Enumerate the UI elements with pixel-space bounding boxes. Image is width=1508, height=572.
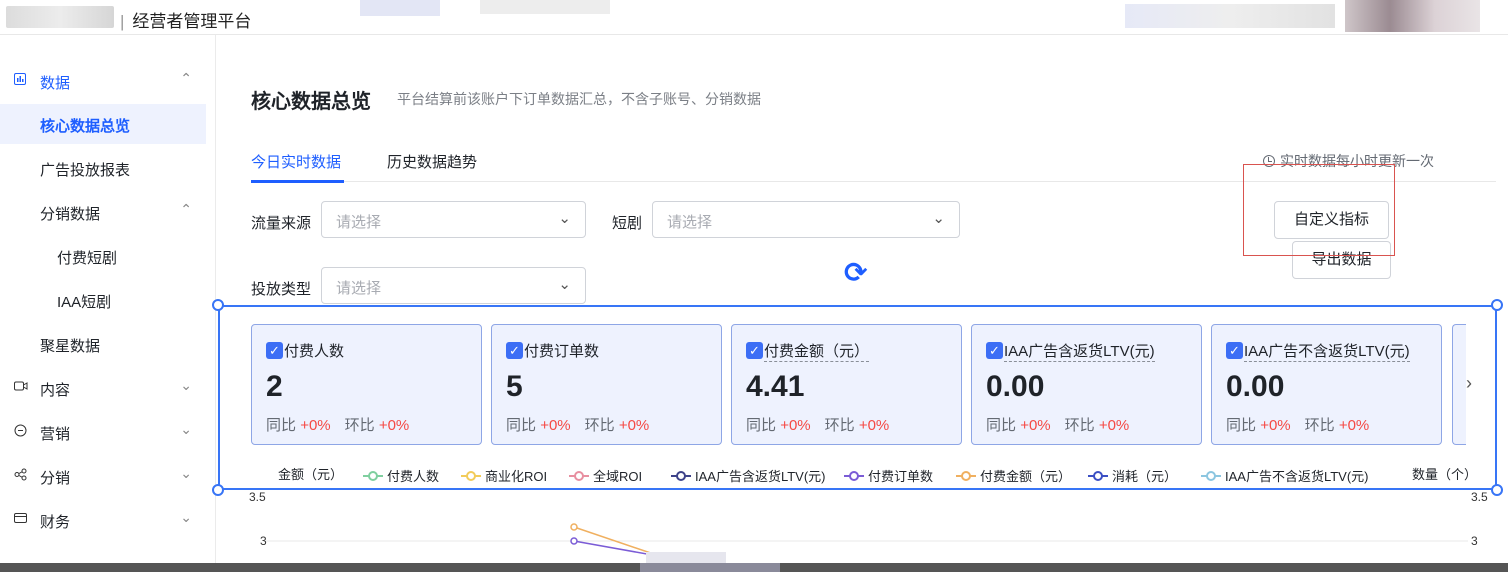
chevron-down-icon: ⌄ [558, 210, 571, 227]
blurred-region [640, 563, 780, 572]
sidebar: 数据 ⌃ 核心数据总览 广告投放报表 分销数据 ⌃ 付费短剧 IAA短剧 聚星数… [0, 35, 216, 572]
checkbox-checked-icon[interactable]: ✓ [986, 342, 1003, 359]
tab-today-realtime[interactable]: 今日实时数据 [251, 151, 341, 172]
legend-item[interactable]: 付费订单数 [844, 466, 933, 485]
legend-item[interactable]: 全域ROI [569, 466, 642, 485]
chevron-down-icon: ⌄ [558, 276, 571, 293]
metric-card-partial[interactable] [1452, 324, 1466, 445]
chevron-up-icon: ⌃ [180, 201, 192, 217]
metric-title: 付费订单数 [524, 343, 600, 360]
metric-title: 付费人数 [284, 343, 345, 360]
sidebar-item-paid-drama[interactable]: 付费短剧 [0, 236, 206, 276]
short-drama-select[interactable]: 请选择 ⌄ [652, 201, 960, 238]
checkbox-checked-icon[interactable]: ✓ [1226, 342, 1243, 359]
resize-handle[interactable] [1491, 299, 1503, 311]
avatar[interactable] [1345, 0, 1480, 32]
metric-card-iaa-ltv-with-return[interactable]: ✓ IAA广告含返货LTV(元) 0.00 同比 +0% 环比 +0% [971, 324, 1202, 445]
sidebar-group-distribution[interactable]: 分销 ⌄ [0, 456, 206, 496]
megaphone-icon [14, 424, 27, 440]
sidebar-item-iaa-drama[interactable]: IAA短剧 [0, 280, 206, 320]
metric-value: 2 [266, 370, 283, 403]
legend-item[interactable]: 商业化ROI [461, 466, 547, 485]
traffic-source-label: 流量来源 [251, 215, 312, 232]
y-tick-left: 3 [260, 534, 267, 548]
chart-plot-area [264, 523, 1468, 572]
sidebar-group-distribution-data[interactable]: 分销数据 ⌃ [0, 192, 206, 232]
resize-handle[interactable] [212, 299, 224, 311]
metric-comparison: 同比 +0% 环比 +0% [986, 417, 1130, 434]
metric-card-paid-users[interactable]: ✓ 付费人数 2 同比 +0% 环比 +0% [251, 324, 482, 445]
sidebar-group-marketing[interactable]: 营销 ⌄ [0, 412, 206, 452]
metric-value: 0.00 [986, 370, 1045, 403]
y-tick-right: 3 [1471, 534, 1478, 548]
top-bar: | 经营者管理平台 [0, 0, 1508, 35]
metric-title: IAA广告不含返货LTV(元) [1244, 340, 1410, 362]
delivery-type-label: 投放类型 [251, 281, 312, 298]
blurred-region [360, 0, 440, 16]
sidebar-group-finance[interactable]: 财务 ⌄ [0, 500, 206, 540]
delivery-type-select[interactable]: 请选择 ⌄ [321, 267, 586, 304]
video-icon [14, 380, 28, 395]
metric-comparison: 同比 +0% 环比 +0% [746, 417, 890, 434]
legend-item[interactable]: IAA广告含返货LTV(元) [671, 466, 826, 485]
bar-chart-icon [14, 73, 26, 88]
chevron-down-icon: ⌄ [180, 509, 192, 525]
metric-comparison: 同比 +0% 环比 +0% [266, 417, 410, 434]
metric-title: IAA广告含返货LTV(元) [1004, 340, 1155, 362]
legend-item[interactable]: IAA广告不含返货LTV(元) [1201, 466, 1369, 485]
blurred-region [1125, 4, 1335, 28]
checkbox-checked-icon[interactable]: ✓ [506, 342, 523, 359]
y-tick-right: 3.5 [1471, 490, 1488, 504]
legend-item[interactable]: 消耗（元） [1088, 466, 1177, 485]
sidebar-item-core-overview[interactable]: 核心数据总览 [0, 104, 206, 144]
sidebar-item-juxing-data[interactable]: 聚星数据 [0, 324, 206, 364]
chevron-right-icon[interactable]: › [1466, 373, 1472, 394]
left-axis-name: 金额（元） [278, 467, 344, 482]
active-tab-indicator [251, 180, 344, 183]
main-content: 核心数据总览 平台结算前该账户下订单数据汇总，不含子账号、分销数据 今日实时数据… [212, 35, 1508, 572]
page-subtitle: 平台结算前该账户下订单数据汇总，不含子账号、分销数据 [397, 91, 761, 107]
y-tick-left: 3.5 [249, 490, 266, 504]
annotation-highlight-box [1243, 164, 1395, 256]
page-title: 核心数据总览 [251, 91, 371, 113]
chevron-down-icon: ⌄ [180, 465, 192, 481]
checkbox-checked-icon[interactable]: ✓ [746, 342, 763, 359]
legend-item[interactable]: 付费人数 [363, 466, 439, 485]
chevron-down-icon: ⌄ [180, 421, 192, 437]
tab-history-trend[interactable]: 历史数据趋势 [387, 151, 477, 172]
right-axis-name: 数量（个） [1412, 467, 1478, 482]
metric-value: 0.00 [1226, 370, 1285, 403]
share-icon [14, 468, 27, 484]
sidebar-item-ad-report[interactable]: 广告投放报表 [0, 148, 206, 188]
bottom-bar [0, 563, 1508, 572]
data-point[interactable] [570, 523, 578, 531]
wallet-icon [14, 512, 27, 527]
platform-title: | 经营者管理平台 [120, 12, 252, 31]
sidebar-group-content[interactable]: 内容 ⌄ [0, 368, 206, 408]
refresh-icon[interactable]: ⟳ [844, 256, 867, 289]
chevron-down-icon: ⌄ [180, 377, 192, 393]
sidebar-group-data[interactable]: 数据 ⌃ [0, 61, 206, 101]
metric-comparison: 同比 +0% 环比 +0% [1226, 417, 1370, 434]
legend-item[interactable]: 付费金额（元） [956, 466, 1071, 485]
metric-card-paid-amount[interactable]: ✓ 付费金额（元） 4.41 同比 +0% 环比 +0% [731, 324, 962, 445]
blurred-region [480, 0, 610, 14]
data-point[interactable] [570, 537, 578, 545]
short-drama-label: 短剧 [612, 215, 643, 232]
metric-comparison: 同比 +0% 环比 +0% [506, 417, 650, 434]
metric-value: 5 [506, 370, 523, 403]
logo-blurred [6, 6, 114, 28]
checkbox-checked-icon[interactable]: ✓ [266, 342, 283, 359]
chevron-down-icon: ⌄ [932, 210, 945, 227]
metric-value: 4.41 [746, 370, 805, 403]
chevron-up-icon: ⌃ [180, 70, 192, 86]
metric-card-iaa-ltv-without-return[interactable]: ✓ IAA广告不含返货LTV(元) 0.00 同比 +0% 环比 +0% [1211, 324, 1442, 445]
metric-title: 付费金额（元） [764, 340, 870, 362]
traffic-source-select[interactable]: 请选择 ⌄ [321, 201, 586, 238]
metric-card-paid-orders[interactable]: ✓ 付费订单数 5 同比 +0% 环比 +0% [491, 324, 722, 445]
